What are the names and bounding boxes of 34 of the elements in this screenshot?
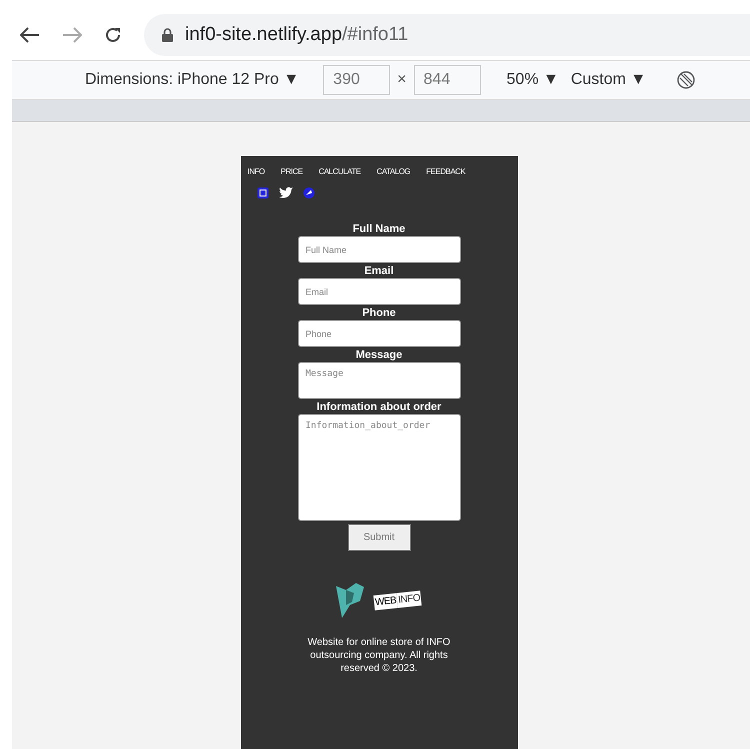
forward-icon: [62, 27, 82, 43]
field-label: Message: [356, 349, 402, 362]
input-field[interactable]: Email: [298, 278, 460, 305]
bird-icon[interactable]: [278, 187, 292, 199]
height-field[interactable]: 844: [414, 65, 481, 95]
nav-link[interactable]: CATALOG: [376, 166, 410, 178]
rotate-icon[interactable]: [676, 70, 696, 90]
submit-button[interactable]: Submit: [348, 524, 410, 551]
order-field[interactable]: Information_about_order: [298, 414, 460, 521]
back-icon[interactable]: [20, 27, 40, 43]
nav-link[interactable]: INFO: [248, 166, 265, 178]
nav-link[interactable]: PRICE: [280, 166, 303, 178]
throttle-dropdown[interactable]: Custom ▼: [570, 68, 646, 92]
device-dropdown[interactable]: Dimensions: iPhone 12 Pro ▼: [85, 68, 300, 92]
logo-wordmark: WEB INFO: [374, 590, 422, 610]
circle-icon[interactable]: [302, 187, 314, 199]
lock-icon: [162, 28, 173, 42]
address-bar[interactable]: inf0-site.netlify.app/#info11: [144, 14, 750, 56]
message-field[interactable]: Message: [298, 362, 460, 399]
width-field[interactable]: 390: [323, 65, 390, 95]
field-label: Email: [364, 265, 394, 278]
reload-icon[interactable]: [104, 26, 122, 44]
field-label: Phone: [362, 307, 396, 320]
url-text: inf0-site.netlify.app/#info11: [185, 22, 408, 47]
zoom-dropdown[interactable]: 50% ▼: [506, 68, 559, 92]
footer-text: Website for online store of INFO outsourcing company. All rights reserved © 2023.: [306, 636, 452, 675]
nav-link[interactable]: FEEDBACK: [426, 166, 466, 178]
times-sign: ×: [397, 70, 407, 90]
input-field[interactable]: Phone: [298, 320, 460, 347]
field-label: Full Name: [352, 223, 406, 236]
image-icon[interactable]: [256, 187, 268, 199]
nav-link[interactable]: CALCULATE: [318, 166, 361, 178]
field-label: Information about order: [316, 401, 442, 414]
input-field[interactable]: Full Name: [298, 236, 460, 263]
